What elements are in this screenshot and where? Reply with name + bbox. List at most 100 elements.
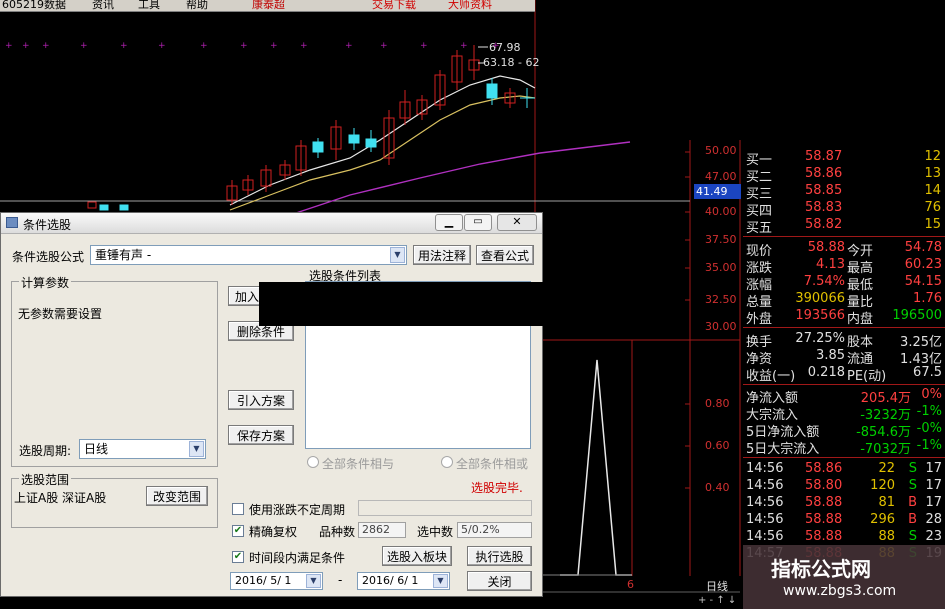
stat-row: 外盘 193566 内盘 196500 — [743, 308, 945, 327]
tick-side: B — [908, 495, 917, 510]
unfixed-period-label: 使用涨跌不定周期 — [249, 503, 346, 517]
change-scope-button[interactable]: 改变范围 — [146, 486, 208, 506]
date-separator: - — [338, 573, 343, 587]
svg-text:+: + — [158, 41, 166, 51]
stat-value: 54.15 — [904, 274, 942, 289]
import-plan-button[interactable]: 引入方案 — [228, 390, 294, 410]
tick-row: 14:56 58.88 81 B 17 — [743, 495, 945, 513]
flow-percent: 0% — [921, 387, 942, 402]
selected-value: 5/0.2% — [457, 522, 532, 538]
menu-link-trade[interactable]: 交易下载 — [372, 0, 416, 11]
menu-highlight[interactable]: 康泰超 — [252, 0, 285, 11]
dialog-title: 条件选股 — [23, 218, 72, 232]
divider — [743, 457, 945, 458]
status-text: 选股完毕. — [471, 481, 523, 495]
stat-label: 外盘 — [746, 312, 773, 327]
axis-label: 32.50 — [705, 293, 737, 306]
quote-panel: 买一 58.87 12 买二 58.86 13 买三 58.85 14 买四 58.83 76 买五 58… — [743, 140, 945, 609]
bid-price: 58.85 — [805, 183, 843, 198]
bid-row: 买二 58.86 13 — [743, 166, 945, 185]
zoom-controls[interactable]: + - ↑ ↓ — [698, 595, 736, 606]
scope-group-title: 选股范围 — [19, 471, 72, 488]
unfixed-period-checkbox[interactable] — [232, 503, 244, 515]
date-to-value: 2016/ 6/ 1 — [362, 574, 419, 587]
tick-count: 23 — [925, 529, 942, 544]
chevron-down-icon[interactable]: ▼ — [306, 574, 321, 588]
save-plan-button[interactable]: 保存方案 — [228, 425, 294, 445]
dialog-titlebar[interactable]: 条件选股 ▁ ▭ ✕ — [1, 213, 542, 234]
tick-price: 58.86 — [805, 461, 843, 476]
axis-label: 30.00 — [705, 320, 737, 333]
radio-and[interactable] — [307, 456, 319, 468]
divider — [743, 384, 945, 385]
close-icon[interactable]: ✕ — [497, 214, 537, 231]
menu-stock-data[interactable]: 605219数据 — [2, 0, 66, 11]
flow-percent: -1% — [916, 404, 942, 419]
tick-count: 17 — [925, 461, 942, 476]
app-icon — [6, 217, 18, 228]
maximize-icon[interactable]: ▭ — [464, 214, 492, 231]
tick-count: 17 — [925, 478, 942, 493]
formula-value: 重锤有声 - — [95, 248, 152, 262]
menu-info[interactable]: 资讯 — [92, 0, 114, 11]
period-value: 日线 — [84, 442, 109, 456]
divider — [743, 236, 945, 237]
params-text: 无参数需要设置 — [18, 307, 103, 321]
flow-row: 大宗流入 -3232万 -1% — [743, 404, 945, 423]
svg-text:+: + — [420, 41, 428, 51]
period-select[interactable]: 日线 ▼ — [79, 439, 206, 459]
flow-row: 5日大宗流入 -7032万 -1% — [743, 438, 945, 457]
scope-text: 上证A股 深证A股 — [14, 491, 107, 505]
menu-link-master[interactable]: 大师资料 — [448, 0, 492, 11]
flow-row: 5日净流入额 -854.6万 -0% — [743, 421, 945, 440]
axis-label: 50.00 — [705, 144, 737, 157]
tick-side: S — [908, 461, 917, 476]
selected-label: 选中数 — [417, 525, 454, 539]
period-condition-checkbox[interactable]: ✔ — [232, 551, 244, 563]
watermark-title: 指标公式网 — [771, 557, 871, 581]
tick-volume: 81 — [878, 495, 895, 510]
tick-time: 14:56 — [746, 495, 784, 510]
bid-volume: 13 — [924, 166, 941, 181]
stat-value: 390066 — [795, 291, 845, 306]
usage-note-button[interactable]: 用法注释 — [413, 245, 471, 265]
time-marker: 6 — [627, 578, 634, 591]
date-from-picker[interactable]: 2016/ 5/ 1 ▼ — [230, 572, 323, 590]
tick-price: 58.80 — [805, 478, 843, 493]
axis-label: 40.00 — [705, 205, 737, 218]
menu-tools[interactable]: 工具 — [138, 0, 160, 11]
stat-row: 涨跌 4.13 最高 60.23 — [743, 257, 945, 276]
period-switch[interactable]: 日线 — [706, 578, 728, 594]
redaction-block — [259, 282, 544, 326]
stat-value: 4.13 — [816, 257, 845, 272]
svg-text:+: + — [120, 41, 128, 51]
tick-price: 58.88 — [805, 495, 843, 510]
fund-value: 0.218 — [807, 365, 845, 380]
add-to-block-button[interactable]: 选股入板块 — [382, 546, 452, 566]
close-button[interactable]: 关闭 — [467, 571, 532, 591]
period-condition-label: 时间段内满足条件 — [249, 551, 346, 565]
formula-label: 条件选股公式 — [12, 250, 85, 264]
flow-value: -7032万 — [860, 442, 911, 457]
view-formula-button[interactable]: 查看公式 — [476, 245, 534, 265]
tick-volume: 296 — [870, 512, 895, 527]
minimize-icon[interactable]: ▁ — [435, 214, 463, 231]
radio-or[interactable] — [441, 456, 453, 468]
flow-percent: -0% — [916, 421, 942, 436]
bid-price: 58.83 — [805, 200, 843, 215]
bid-row: 买三 58.85 14 — [743, 183, 945, 202]
chevron-down-icon[interactable]: ▼ — [390, 247, 405, 263]
chevron-down-icon[interactable]: ▼ — [433, 574, 448, 588]
date-to-picker[interactable]: 2016/ 6/ 1 ▼ — [357, 572, 450, 590]
menu-help[interactable]: 帮助 — [186, 0, 208, 11]
tick-side: S — [908, 478, 917, 493]
bid-volume: 15 — [924, 217, 941, 232]
formula-select[interactable]: 重锤有声 - ▼ — [90, 245, 407, 265]
run-filter-button[interactable]: 执行选股 — [467, 546, 532, 566]
tick-count: 17 — [925, 495, 942, 510]
tick-time: 14:56 — [746, 461, 784, 476]
svg-text:+: + — [5, 41, 13, 51]
chevron-down-icon[interactable]: ▼ — [189, 441, 204, 457]
exact-restore-checkbox[interactable]: ✔ — [232, 525, 244, 537]
tick-row: 14:56 58.86 22 S 17 — [743, 461, 945, 479]
